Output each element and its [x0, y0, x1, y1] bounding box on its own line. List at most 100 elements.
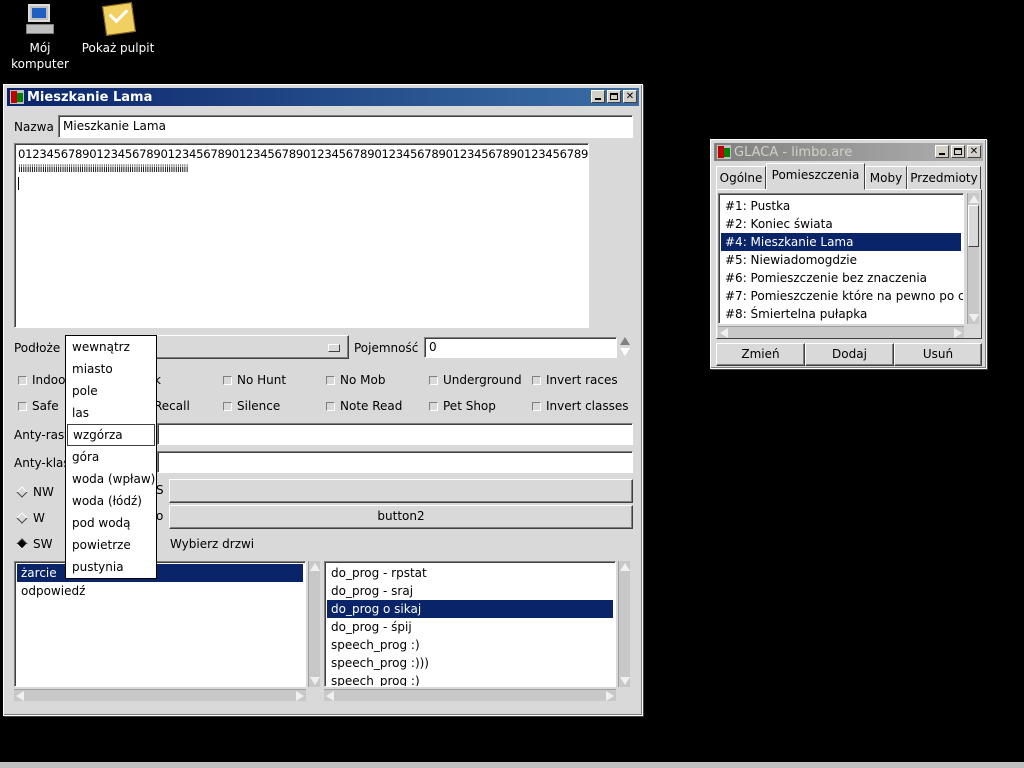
scroll-right-icon [954, 328, 962, 338]
radio-indicator [16, 486, 28, 498]
terrain-option[interactable]: miasto [66, 358, 156, 380]
dropdown-icon [328, 344, 340, 352]
app-icon [717, 145, 731, 159]
capacity-spinner[interactable] [619, 336, 631, 358]
anti-class-input[interactable] [157, 451, 633, 473]
flag-no-mob-checkbox[interactable]: No Mob [326, 373, 385, 387]
flag-underground-checkbox[interactable]: Underground [429, 373, 522, 387]
exit-w-radio[interactable]: W [16, 511, 45, 525]
list-item[interactable]: do_prog - sraj [327, 582, 613, 600]
minimize-button[interactable] [935, 145, 949, 158]
capacity-input[interactable]: 0 [424, 337, 617, 358]
minimize-icon [595, 98, 601, 100]
room-list-item[interactable]: #7: Pomieszczenie które na pewno po co [721, 287, 963, 305]
checkbox-box [532, 375, 541, 385]
left-listbox[interactable]: żarcie odpowiedź [14, 561, 306, 687]
list-item[interactable]: speech_prog :) [327, 636, 613, 654]
flag-note-read-checkbox[interactable]: Note Read [326, 399, 402, 413]
tab-rooms[interactable]: Pomieszczenia [766, 163, 865, 190]
show-desktop-icon [102, 2, 136, 36]
room-list-item[interactable]: #6: Pomieszczenie bez znaczenia [721, 269, 961, 287]
anti-race-input[interactable] [157, 423, 633, 445]
room-list-item[interactable]: #8: Śmiertelna pułapka [721, 305, 961, 323]
left-list-vscroll[interactable] [308, 561, 320, 687]
scroll-up-icon [620, 563, 630, 571]
terrain-option[interactable]: powietrze [66, 534, 156, 556]
list-item[interactable]: żarcie [17, 564, 303, 582]
terrain-dropdown-list: wewnątrz miasto pole las wzgórza góra wo… [65, 335, 157, 579]
tab-mobs[interactable]: Moby [865, 166, 907, 190]
flag-indoor-checkbox[interactable]: Indoor [18, 373, 70, 387]
title-bar[interactable]: Mieszkanie Lama ✕ [7, 88, 639, 106]
terrain-option[interactable]: woda (wpław) [66, 468, 156, 490]
terrain-option[interactable]: pustynia [66, 556, 156, 578]
name-input[interactable]: Mieszkanie Lama [58, 115, 633, 138]
flag-silence-checkbox[interactable]: Silence [223, 399, 280, 413]
flag-no-hunt-checkbox[interactable]: No Hunt [223, 373, 286, 387]
scroll-thumb[interactable] [968, 205, 979, 247]
change-room-button[interactable]: Zmień [716, 343, 805, 366]
scroll-up-icon [969, 195, 979, 203]
remove-room-button[interactable]: Usuń [894, 343, 982, 366]
radio-label: W [33, 511, 45, 525]
flag-pet-shop-checkbox[interactable]: Pet Shop [429, 399, 496, 413]
spin-up-icon [620, 337, 630, 345]
name-input-value: Mieszkanie Lama [63, 119, 166, 133]
flag-no-recall-checkbox[interactable]: Recall [154, 399, 190, 413]
rooms-vscroll[interactable] [967, 193, 979, 324]
button2[interactable]: button2 [169, 505, 633, 529]
program-listbox[interactable]: do_prog - rpstat do_prog - sraj do_prog … [324, 561, 616, 687]
list-item[interactable]: do_prog - rpstat [327, 564, 613, 582]
maximize-button[interactable] [607, 90, 621, 103]
checkbox-box [326, 375, 335, 385]
terrain-option[interactable]: woda (łódź) [66, 490, 156, 512]
button1[interactable] [169, 479, 633, 503]
list-item[interactable]: do_prog o sikaj [327, 600, 613, 618]
list-item[interactable]: do_prog - śpij [327, 618, 613, 636]
program-list-hscroll[interactable] [324, 689, 616, 701]
room-list-item[interactable]: #5: Niewiadomogdzie [721, 251, 961, 269]
terrain-option[interactable]: pole [66, 380, 156, 402]
minimize-button[interactable] [591, 90, 605, 103]
exit-nw-radio[interactable]: NW [16, 485, 54, 499]
flag-invert-classes-checkbox[interactable]: Invert classes [532, 399, 629, 413]
list-item[interactable]: speech_prog :))) [327, 654, 613, 672]
desktop-icon-show-desktop[interactable]: Pokaż pulpit [78, 2, 158, 56]
desktop-icon-my-computer[interactable]: Mój komputer [0, 2, 80, 72]
room-list-item[interactable]: #4: Mieszkanie Lama [721, 233, 961, 251]
room-list-item[interactable]: #1: Pustka [721, 197, 961, 215]
title-bar[interactable]: GLACA - limbo.are ✕ [714, 143, 983, 161]
add-room-button[interactable]: Dodaj [805, 343, 894, 366]
radio-indicator [16, 512, 28, 524]
close-button[interactable]: ✕ [623, 90, 637, 103]
checkbox-label: Silence [237, 399, 281, 413]
name-label: Nazwa [14, 120, 54, 134]
program-list-vscroll[interactable] [618, 561, 630, 687]
terrain-option[interactable]: góra [66, 446, 156, 468]
terrain-option[interactable]: wzgórza [67, 424, 155, 446]
description-textarea[interactable]: 0123456789012345678901234567890123456789… [14, 143, 589, 328]
checkbox-box [532, 401, 541, 411]
app-icon [10, 90, 24, 104]
flag-safe-checkbox[interactable]: Safe [18, 399, 59, 413]
list-item[interactable]: speech_prog :) [327, 672, 613, 686]
rooms-hscroll[interactable] [718, 326, 964, 338]
capacity-value: 0 [429, 340, 437, 354]
rooms-listbox[interactable]: #1: Pustka #2: Koniec świata #4: Mieszka… [718, 193, 964, 324]
maximize-button[interactable] [951, 145, 965, 158]
window-title: GLACA - limbo.are [734, 144, 853, 160]
list-item[interactable]: odpowiedź [17, 582, 303, 600]
exit-sw-radio[interactable]: SW [16, 537, 52, 551]
text-cursor [18, 177, 19, 190]
left-list-hscroll[interactable] [14, 689, 306, 701]
checkbox-box [326, 401, 335, 411]
tab-general[interactable]: Ogólne [716, 166, 766, 190]
flag-invert-races-checkbox[interactable]: Invert races [532, 373, 618, 387]
tab-objects[interactable]: Przedmioty [907, 166, 981, 190]
terrain-option[interactable]: wewnątrz [66, 336, 156, 358]
terrain-option[interactable]: las [66, 402, 156, 424]
scroll-left-icon [720, 328, 728, 338]
close-button[interactable]: ✕ [967, 145, 981, 158]
terrain-option[interactable]: pod wodą [66, 512, 156, 534]
room-list-item[interactable]: #2: Koniec świata [721, 215, 961, 233]
